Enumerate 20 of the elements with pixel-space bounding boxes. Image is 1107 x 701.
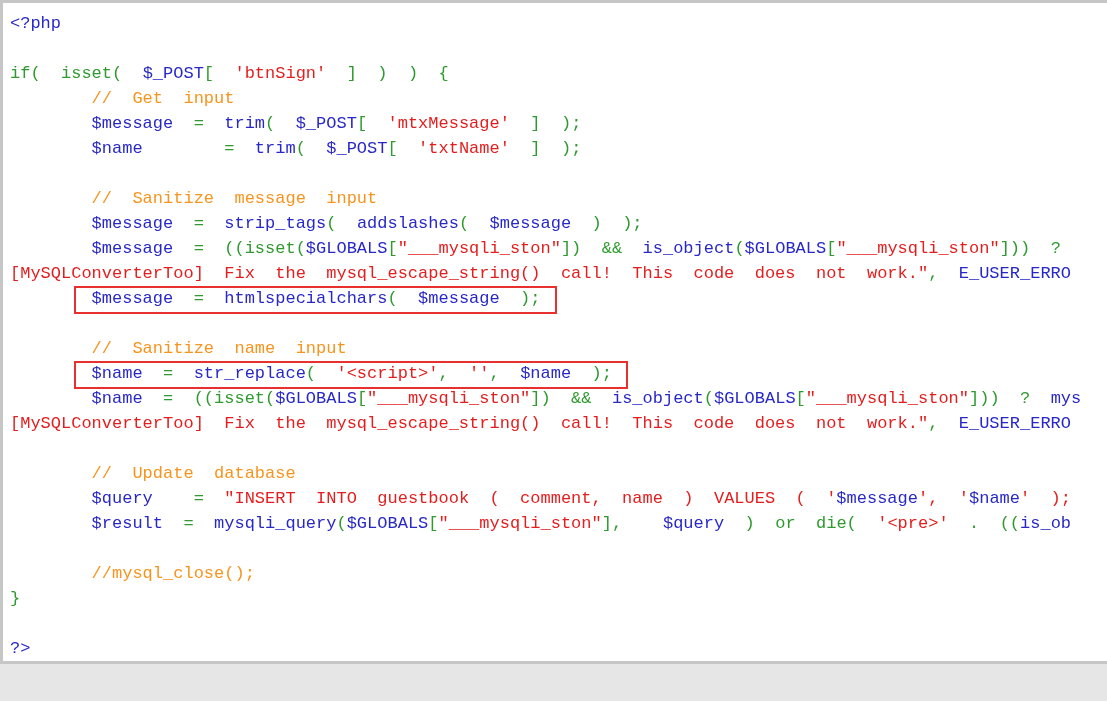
code-comment: // Sanitize name input <box>91 338 347 360</box>
code-line: $message = htmlspecialchars( $message ); <box>91 286 541 311</box>
code-line: $name = str_replace( '<script>', '', $name ); <box>91 361 612 386</box>
code-comment: // Update database <box>91 463 296 485</box>
code-line: [MySQLConverterToo] Fix the mysql_escape_string() call! This code does not work.", E_USER_ERRO <box>10 263 1071 285</box>
code-line: $name = trim( $_POST[ 'txtName' ] ); <box>91 138 582 160</box>
code-comment: // Sanitize message input <box>91 188 378 210</box>
code-line: <?php <box>10 13 61 35</box>
code-line: } <box>10 588 21 610</box>
code-line: $message = trim( $_POST[ 'mtxMessage' ] ); <box>91 113 582 135</box>
code-line: $query = "INSERT INTO guestbook ( comment, name ) VALUES ( '$message', '$name' ); <box>91 488 1072 510</box>
code-line: $result = mysqli_query($GLOBALS["___mysqli_ston"], $query ) or die( '<pre>' . ((is_ob <box>91 513 1072 535</box>
code-line: [MySQLConverterToo] Fix the mysql_escape_string() call! This code does not work.", E_USER_ERRO <box>10 413 1071 435</box>
code-comment: //mysql_close(); <box>91 563 255 585</box>
code-line: $message = ((isset($GLOBALS["___mysqli_ston"]) && is_object($GLOBALS["___mysqli_ston"])) ? <box>91 238 1061 260</box>
code-line: if( isset( $_POST[ 'btnSign' ] ) ) { <box>10 63 449 85</box>
code-line: $name = ((isset($GLOBALS["___mysqli_ston"]) && is_object($GLOBALS["___mysqli_ston"])) ? mys <box>91 388 1082 410</box>
code-line: ?> <box>10 638 31 660</box>
code-comment: // Get input <box>91 88 235 110</box>
code-line: $message = strip_tags( addslashes( $message ) ); <box>91 213 643 235</box>
